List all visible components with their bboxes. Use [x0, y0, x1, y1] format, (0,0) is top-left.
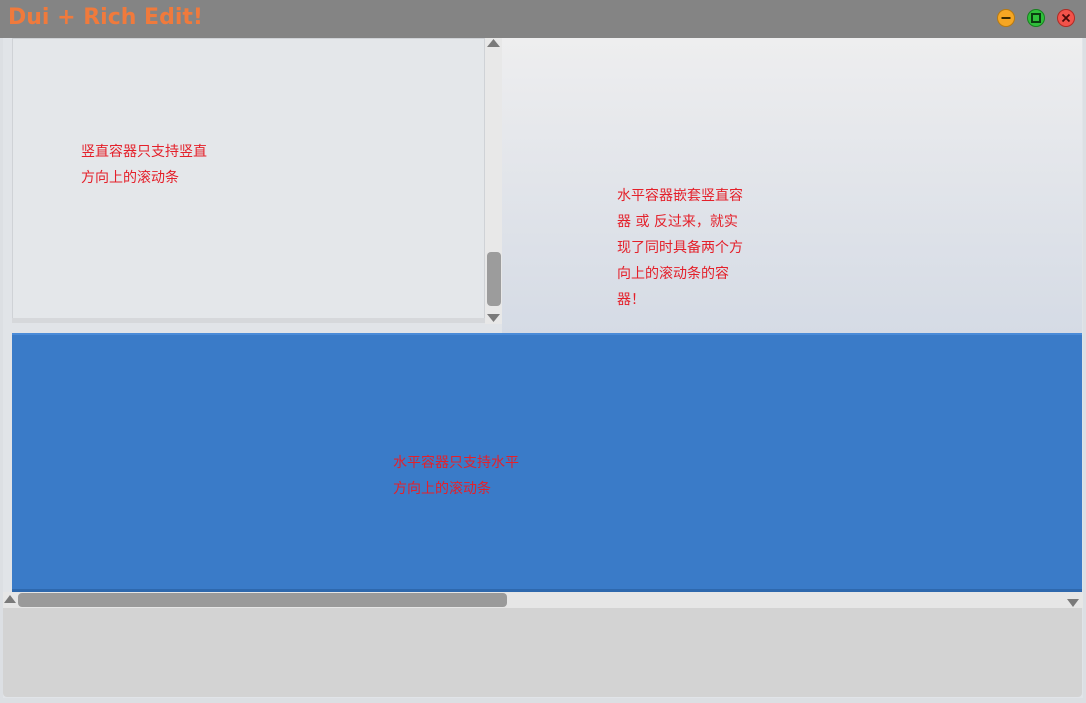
maximize-button[interactable] [1027, 9, 1045, 27]
scroll-down-arrow-icon[interactable] [486, 313, 501, 323]
scroll-right-arrow-icon[interactable] [1066, 598, 1080, 608]
scroll-left-arrow-icon[interactable] [3, 594, 17, 604]
nested-container[interactable]: 水平容器嵌套竖直容 器 或 反过来，就实 现了同时具备两个方 向上的滚动条的容 … [502, 38, 1082, 333]
vertical-scrollbar-thumb[interactable] [487, 252, 501, 306]
vertical-container-bottom-edge [12, 318, 485, 323]
close-button[interactable] [1057, 9, 1075, 27]
vertical-container[interactable]: 竖直容器只支持竖直 方向上的滚动条 [12, 38, 485, 322]
horizontal-container[interactable]: 水平容器只支持水平 方向上的滚动条 [12, 333, 1082, 592]
minimize-button[interactable] [997, 9, 1015, 27]
app-window: Dui + Rich Edit! 竖直容器只支持竖直 方向上的滚动条 水平容器嵌… [0, 0, 1086, 703]
close-icon [1061, 13, 1071, 23]
title-bar[interactable]: Dui + Rich Edit! [0, 0, 1086, 38]
horizontal-scrollbar[interactable] [3, 592, 1083, 608]
bottom-panel [3, 608, 1082, 697]
scroll-up-arrow-icon[interactable] [486, 38, 501, 48]
minimize-icon [1001, 17, 1011, 19]
nested-container-text: 水平容器嵌套竖直容 器 或 反过来，就实 现了同时具备两个方 向上的滚动条的容 … [617, 188, 743, 308]
window-title: Dui + Rich Edit! [8, 5, 203, 30]
vertical-scrollbar[interactable] [485, 38, 502, 324]
vertical-container-text: 竖直容器只支持竖直 方向上的滚动条 [81, 144, 207, 186]
horizontal-scrollbar-thumb[interactable] [18, 593, 507, 607]
horizontal-container-text: 水平容器只支持水平 方向上的滚动条 [393, 455, 519, 497]
maximize-icon [1031, 13, 1041, 23]
